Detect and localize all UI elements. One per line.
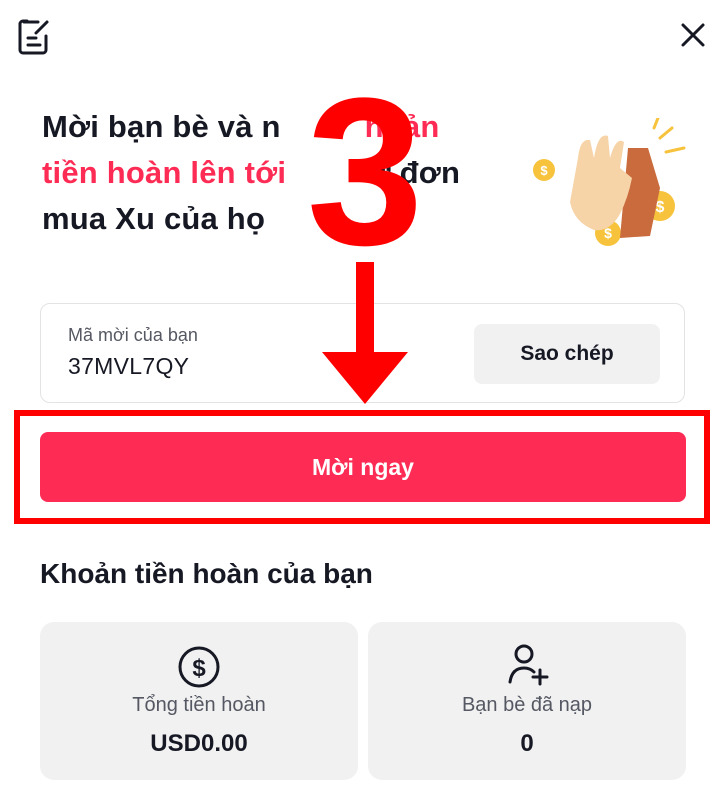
dollar-circle-icon: $: [176, 644, 222, 690]
add-user-icon: [504, 642, 550, 688]
invite-code-label: Mã mời của bạn: [68, 325, 198, 345]
down-arrow-icon: [322, 262, 408, 404]
friends-topped-up-card: Bạn bè đã nạp 0: [368, 622, 686, 780]
high-five-coins-illustration: $ $ $: [520, 116, 690, 248]
annotation-highlight-frame: [14, 410, 710, 524]
annotation-step-number: 3: [306, 54, 424, 289]
total-refund-card: $ Tổng tiền hoàn USD0.00: [40, 622, 358, 780]
total-refund-label: Tổng tiền hoàn: [132, 694, 266, 716]
svg-text:$: $: [540, 163, 548, 178]
friends-topped-up-value: 0: [520, 730, 534, 757]
page-title: Mời bạn bè và n hoản tiền hoàn lên tới ừ đ…: [42, 109, 461, 236]
edit-note-icon[interactable]: [16, 16, 52, 56]
total-refund-value: USD0.00: [150, 730, 248, 757]
friends-topped-up-label: Bạn bè đã nạp: [461, 694, 593, 716]
close-icon[interactable]: [676, 18, 710, 52]
copy-button[interactable]: Sao chép: [474, 324, 660, 384]
svg-text:$: $: [192, 655, 206, 682]
rewards-section-title: Khoản tiền hoàn của bạn: [40, 558, 373, 589]
invite-code-value: 37MVL7QY: [68, 353, 190, 379]
